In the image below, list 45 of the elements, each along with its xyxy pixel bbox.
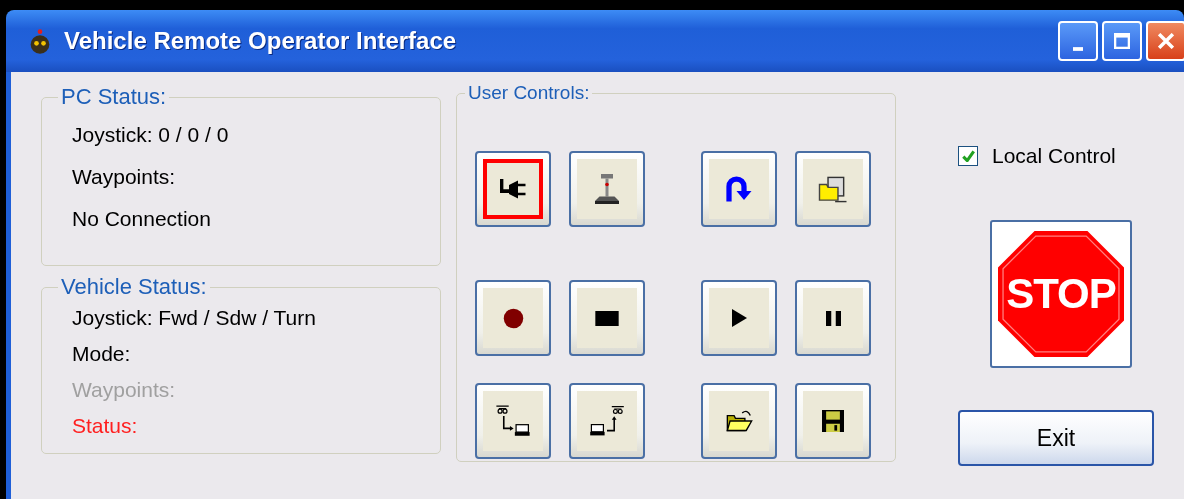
status-label: Waypoints: [72,377,177,403]
minimize-icon [1073,47,1083,51]
emergency-stop-button[interactable]: STOP [990,220,1132,368]
vehicle-to-computer-icon [495,405,531,437]
download-button[interactable] [475,383,551,459]
status-label: Status: [72,413,139,439]
open-folder-icon [725,410,753,432]
close-button[interactable] [1146,21,1184,61]
pause-button[interactable] [795,280,871,356]
exit-button[interactable]: Exit [958,410,1154,466]
group-title: User Controls: [467,82,591,104]
joystick-button[interactable] [569,151,645,227]
computer-to-vehicle-icon [589,405,625,437]
plug-icon [499,178,527,200]
play-button[interactable] [701,280,777,356]
maximize-icon [1114,33,1130,49]
open-button[interactable] [701,383,777,459]
joystick-icon [595,174,619,204]
pause-icon [825,310,841,326]
upload-button[interactable] [569,383,645,459]
status-label: No Connection [72,206,212,232]
minimize-button[interactable] [1058,21,1098,61]
record-button[interactable] [475,280,551,356]
play-icon [731,309,747,327]
close-icon [1158,33,1174,49]
stop-icon [595,310,619,326]
stop-sign-icon: STOP [998,231,1124,357]
status-label: Waypoints: [72,164,177,190]
uturn-button[interactable] [701,151,777,227]
plug-button[interactable] [475,151,551,227]
folder-computer-icon [818,175,848,203]
stop-button[interactable] [569,280,645,356]
u-turn-arrow-icon [725,175,753,203]
status-label: Joystick: Fwd / Sdw / Turn [72,305,317,331]
network-folder-button[interactable] [795,151,871,227]
save-button[interactable] [795,383,871,459]
check-icon [961,150,975,162]
status-label: Mode: [72,341,132,367]
record-icon [502,307,524,329]
local-control-checkbox[interactable]: Local Control [958,144,1116,168]
status-label: Joystick: 0 / 0 / 0 [72,122,230,148]
window-title: Vehicle Remote Operator Interface [64,27,458,55]
maximize-button[interactable] [1102,21,1142,61]
group-title: Vehicle Status: [60,274,208,300]
group-title: PC Status: [60,84,168,110]
